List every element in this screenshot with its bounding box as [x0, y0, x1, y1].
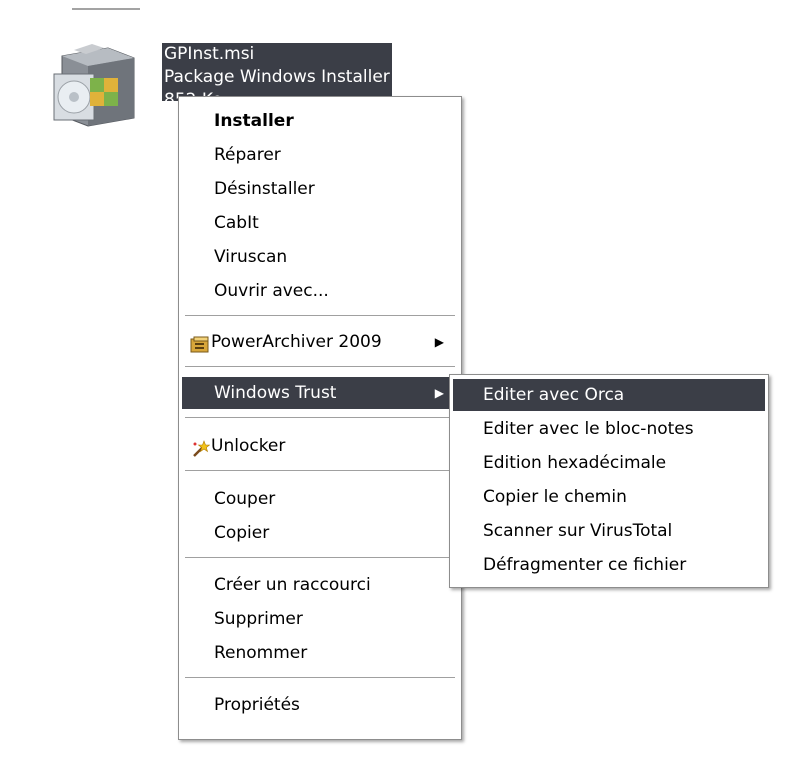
submenu-item-edition-hexadecimale[interactable]: Edition hexadécimale: [453, 447, 765, 479]
menu-item-installer[interactable]: Installer: [182, 105, 458, 137]
menu-item-copier[interactable]: Copier: [182, 517, 458, 549]
menu-item-supprimer[interactable]: Supprimer: [182, 603, 458, 635]
menu-item-label: Copier: [214, 523, 270, 543]
menu-item-label: Couper: [214, 489, 276, 509]
menu-item-ouvrir-avec[interactable]: Ouvrir avec...: [182, 275, 458, 307]
submenu-item-editer-bloc-notes[interactable]: Editer avec le bloc-notes: [453, 413, 765, 445]
menu-separator: [185, 417, 455, 419]
submenu-item-defragmenter[interactable]: Défragmenter ce fichier: [453, 549, 765, 581]
file-name: GPInst.msi: [164, 44, 255, 64]
msi-package-icon[interactable]: [52, 44, 142, 130]
menu-item-label: Réparer: [214, 145, 281, 165]
menu-item-reparer[interactable]: Réparer: [182, 139, 458, 171]
menu-item-label: Windows Trust: [214, 383, 337, 403]
menu-item-unlocker[interactable]: Unlocker: [182, 430, 458, 462]
menu-item-label: Propriétés: [214, 695, 300, 715]
menu-item-renommer[interactable]: Renommer: [182, 637, 458, 669]
menu-item-windows-trust[interactable]: Windows Trust ▶: [182, 377, 458, 409]
submenu-item-label: Copier le chemin: [483, 487, 627, 507]
menu-item-label: Unlocker: [211, 436, 286, 456]
menu-item-label: Ouvrir avec...: [214, 281, 329, 301]
menu-separator: [185, 557, 455, 559]
unlocker-wand-icon: [190, 437, 211, 457]
menu-item-label: Installer: [214, 111, 294, 131]
submenu-arrow-icon: ▶: [434, 335, 444, 349]
menu-item-label: PowerArchiver 2009: [211, 332, 382, 352]
menu-separator: [185, 315, 455, 317]
windows-trust-submenu: Editer avec Orca Editer avec le bloc-not…: [449, 374, 769, 588]
menu-item-label: Renommer: [214, 643, 308, 663]
menu-item-creer-raccourci[interactable]: Créer un raccourci: [182, 569, 458, 601]
menu-item-proprietes[interactable]: Propriétés: [182, 689, 458, 721]
submenu-item-copier-chemin[interactable]: Copier le chemin: [453, 481, 765, 513]
submenu-arrow-icon: ▶: [434, 386, 444, 400]
menu-item-label: Désinstaller: [214, 179, 315, 199]
submenu-item-label: Edition hexadécimale: [483, 453, 667, 473]
menu-item-powerarchiver[interactable]: PowerArchiver 2009 ▶: [182, 326, 458, 358]
menu-item-label: Créer un raccourci: [214, 575, 371, 595]
submenu-item-label: Scanner sur VirusTotal: [483, 521, 673, 541]
menu-item-viruscan[interactable]: Viruscan: [182, 241, 458, 273]
submenu-item-label: Défragmenter ce fichier: [483, 555, 687, 575]
submenu-item-scanner-virustotal[interactable]: Scanner sur VirusTotal: [453, 515, 765, 547]
file-label-selected[interactable]: GPInst.msi Package Windows Installer 852…: [162, 43, 392, 101]
powerarchiver-icon: [190, 333, 210, 353]
menu-item-cabit[interactable]: CabIt: [182, 207, 458, 239]
menu-item-label: CabIt: [214, 213, 259, 233]
menu-separator: [185, 677, 455, 679]
menu-separator: [185, 470, 455, 472]
file-type: Package Windows Installer: [164, 67, 390, 87]
submenu-item-editer-orca[interactable]: Editer avec Orca: [453, 379, 765, 411]
submenu-item-label: Editer avec le bloc-notes: [483, 419, 694, 439]
context-menu: Installer Réparer Désinstaller CabIt Vir…: [178, 96, 462, 740]
submenu-item-label: Editer avec Orca: [483, 385, 625, 405]
menu-item-couper[interactable]: Couper: [182, 483, 458, 515]
menu-separator: [185, 366, 455, 368]
menu-item-desinstaller[interactable]: Désinstaller: [182, 173, 458, 205]
previous-item-edge: [72, 8, 140, 10]
menu-item-label: Viruscan: [214, 247, 288, 267]
menu-item-label: Supprimer: [214, 609, 303, 629]
